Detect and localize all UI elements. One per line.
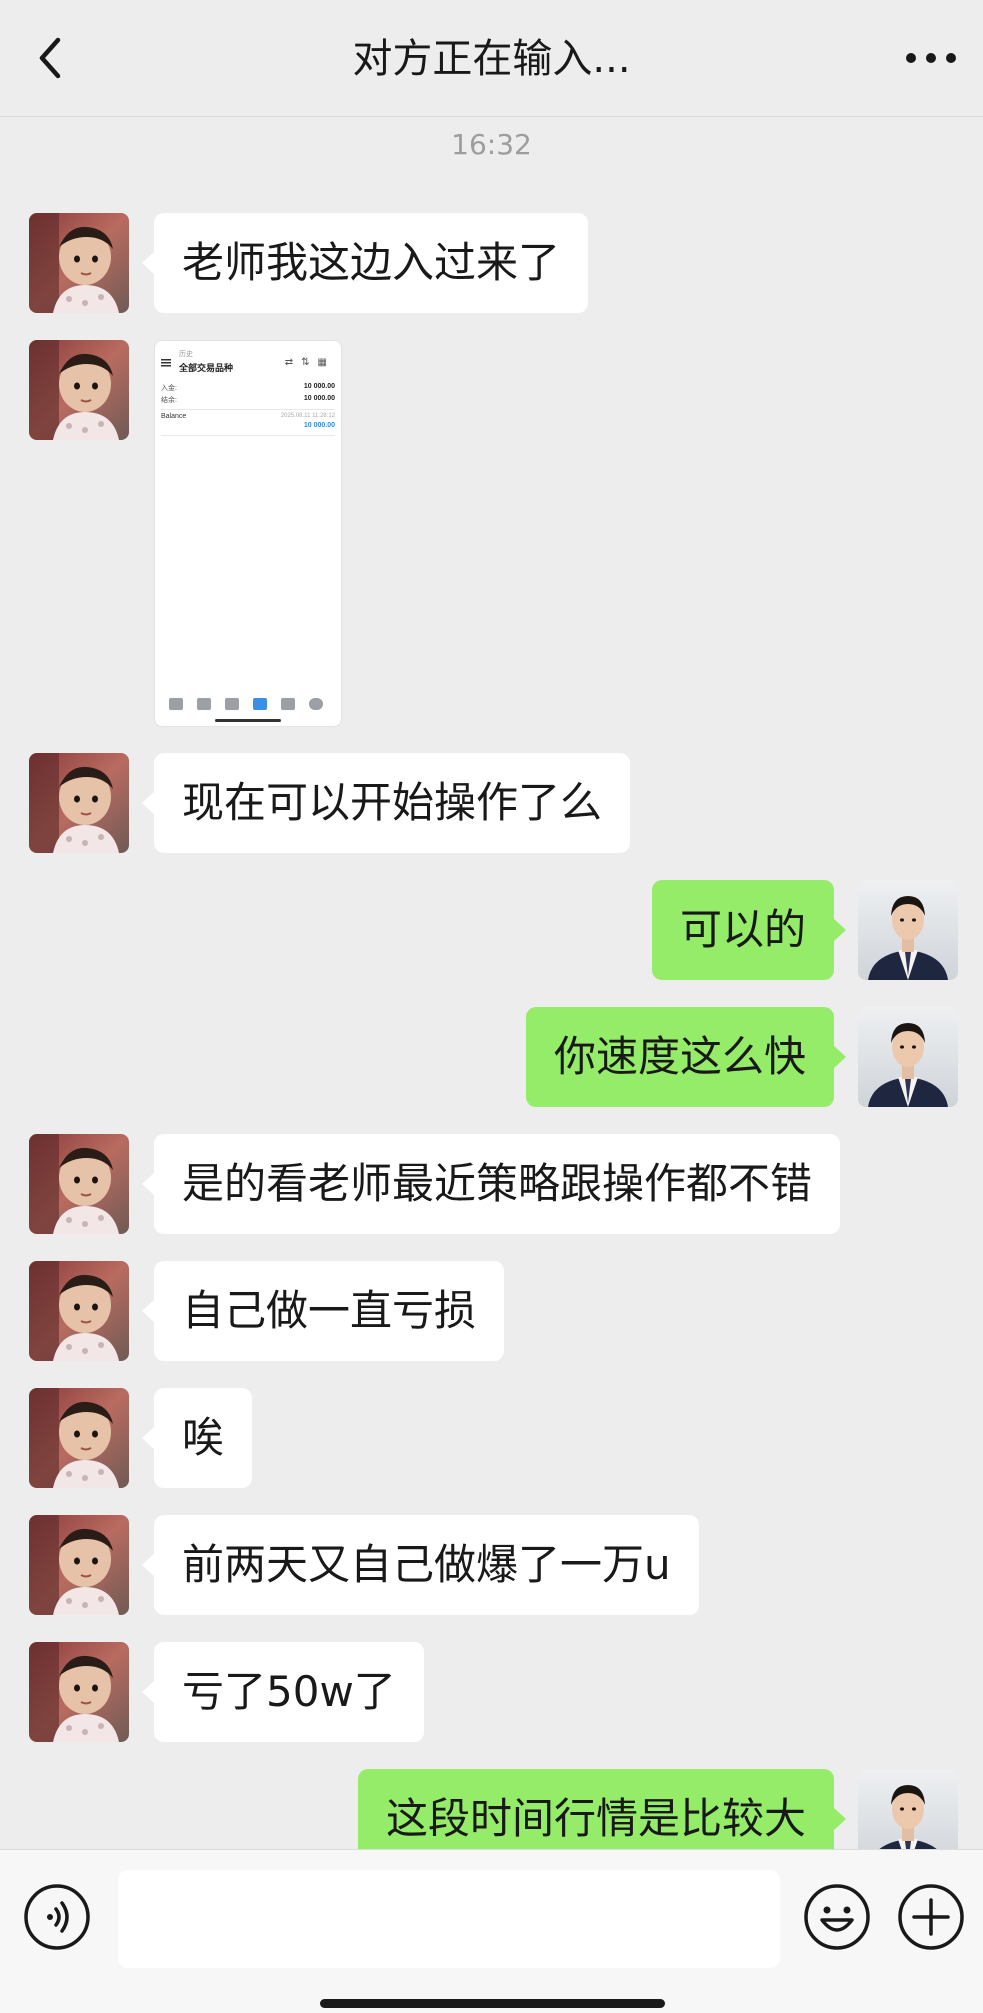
contact-avatar[interactable]: [29, 1261, 129, 1361]
screenshot-subtitle: 历史: [179, 351, 193, 358]
incoming-message-bubble[interactable]: 现在可以开始操作了么: [141, 753, 631, 853]
screenshot-divider: [161, 409, 335, 410]
contact-avatar[interactable]: [29, 1642, 129, 1742]
screenshot-row: 入金: 10 000.00: [161, 383, 335, 392]
message-composer: [0, 1849, 983, 2013]
menu-icon: [161, 359, 171, 367]
emoji-icon: [804, 1884, 870, 1950]
incoming-message-bubble[interactable]: 唉: [141, 1388, 253, 1488]
contact-avatar[interactable]: [29, 213, 129, 313]
more-button[interactable]: [901, 38, 961, 78]
tab-icon: [197, 698, 211, 710]
screenshot-toolbar-icons: ⇄⇅▦: [284, 357, 335, 368]
message-input[interactable]: [118, 1870, 780, 1968]
outgoing-message-bubble[interactable]: 你速度这么快: [525, 1007, 847, 1107]
tab-icon: [169, 698, 183, 710]
screenshot-tabbar: [155, 696, 341, 714]
home-indicator[interactable]: [320, 1999, 665, 2008]
screenshot-entry: Balance 2025.08.11 11:28:12 10 000.00: [161, 413, 335, 429]
tab-icon: [309, 698, 323, 710]
emoji-button[interactable]: [802, 1882, 872, 1952]
voice-button[interactable]: [22, 1882, 92, 1952]
tab-icon: [225, 698, 239, 710]
incoming-message-bubble[interactable]: 亏了50w了: [142, 1642, 424, 1742]
voice-icon: [24, 1884, 90, 1950]
contact-avatar[interactable]: [29, 1134, 129, 1234]
incoming-message-bubble[interactable]: 前两天又自己做爆了一万u: [142, 1515, 699, 1615]
image-message[interactable]: 历史 全部交易品种 ⇄⇅▦ 入金: 10 000.00 结余: 10 000.0…: [154, 340, 342, 727]
screenshot-title: 全部交易品种: [179, 363, 234, 373]
incoming-message-bubble[interactable]: 老师我这边入过来了: [141, 213, 589, 313]
incoming-message-bubble[interactable]: 是的看老师最近策略跟操作都不错: [141, 1134, 841, 1234]
contact-avatar[interactable]: [29, 753, 129, 853]
incoming-message-bubble[interactable]: 自己做一直亏损: [141, 1261, 505, 1361]
outgoing-message-bubble[interactable]: 可以的: [651, 880, 847, 980]
screenshot-divider: [161, 435, 335, 436]
screenshot-row: 结余: 10 000.00: [161, 395, 335, 404]
contact-avatar[interactable]: [29, 1515, 129, 1615]
message-timestamp: 16:32: [451, 128, 532, 161]
chat-title: 对方正在输入...: [352, 36, 631, 82]
tab-icon: [253, 698, 267, 710]
chat-header: 对方正在输入...: [0, 0, 983, 117]
contact-avatar[interactable]: [29, 340, 129, 440]
screenshot-header: 历史 全部交易品种 ⇄⇅▦: [161, 349, 335, 379]
more-dots-icon: [906, 53, 956, 63]
contact-avatar[interactable]: [29, 1388, 129, 1488]
screenshot-home-indicator: [215, 719, 281, 722]
tab-icon: [281, 698, 295, 710]
my-avatar[interactable]: [858, 1007, 958, 1107]
plus-icon: [898, 1884, 964, 1950]
plus-button[interactable]: [896, 1882, 966, 1952]
my-avatar[interactable]: [858, 880, 958, 980]
